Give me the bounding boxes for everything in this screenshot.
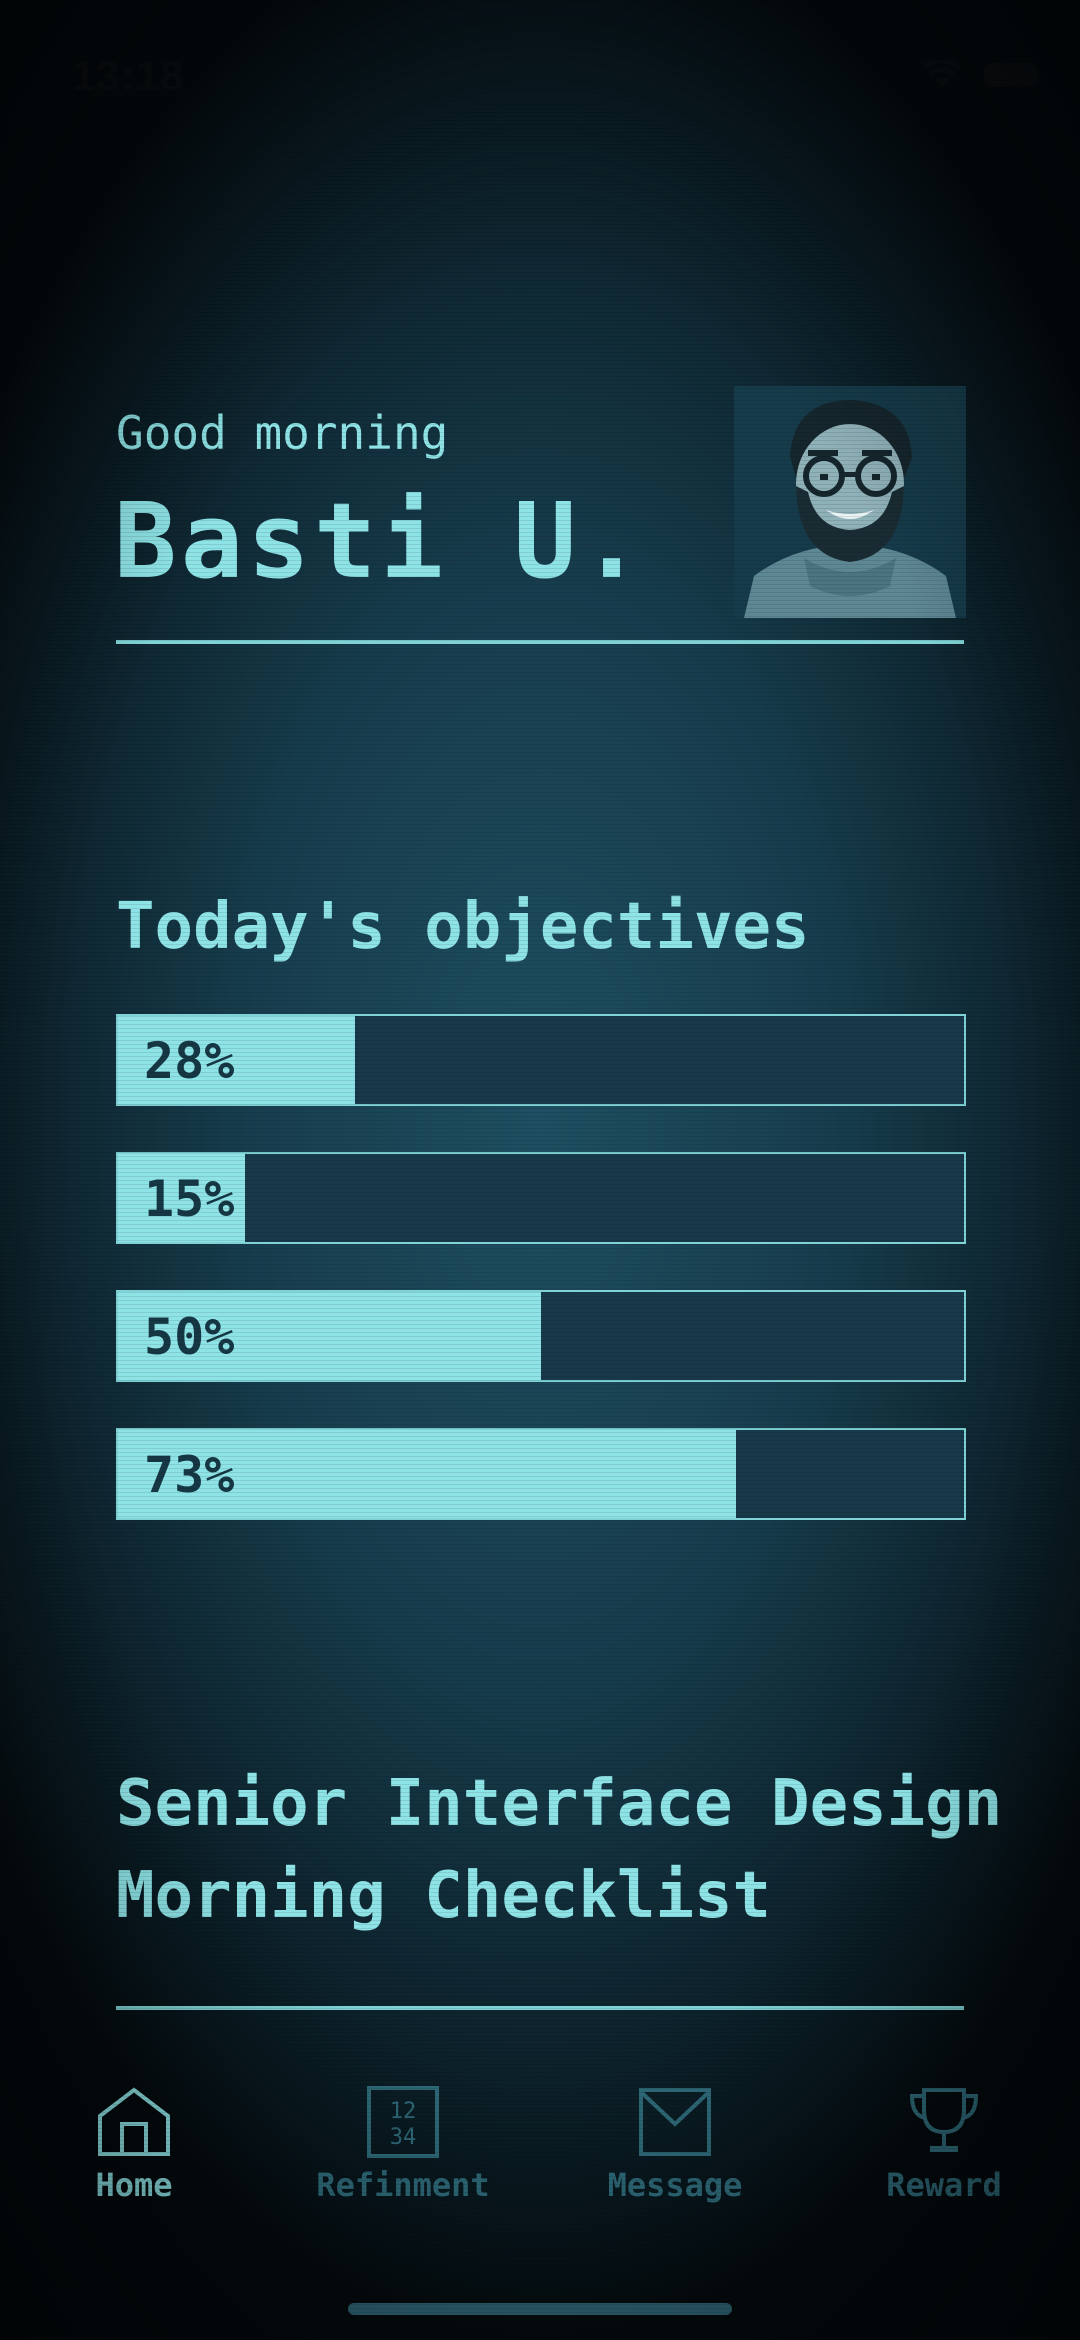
status-icons bbox=[922, 60, 1038, 90]
checklist-title[interactable]: Senior Interface Design Morning Checklis… bbox=[116, 1758, 1002, 1942]
objective-progress-bar[interactable]: 28% bbox=[116, 1014, 966, 1106]
envelope-icon bbox=[639, 2088, 711, 2156]
status-time: 13:18 bbox=[72, 52, 185, 99]
tab-reward-label: Reward bbox=[886, 2166, 1002, 2204]
objective-progress-bar[interactable]: 73% bbox=[116, 1428, 966, 1520]
avatar-portrait bbox=[734, 386, 966, 618]
home-indicator[interactable] bbox=[348, 2303, 732, 2315]
objective-progress-bar[interactable]: 15% bbox=[116, 1152, 966, 1244]
checklist-divider bbox=[116, 2006, 964, 2010]
tab-message-label: Message bbox=[607, 2166, 743, 2204]
objective-progress-bar[interactable]: 50% bbox=[116, 1290, 966, 1382]
tab-home[interactable]: Home bbox=[34, 2086, 234, 2204]
objectives-title: Today's objectives bbox=[116, 890, 810, 964]
objective-progress-label: 15% bbox=[144, 1170, 235, 1228]
header-divider bbox=[116, 640, 964, 644]
tab-refinment-label: Refinment bbox=[316, 2166, 490, 2204]
calendar-icon: 12 34 bbox=[367, 2086, 439, 2158]
user-name: Basti U. bbox=[114, 480, 647, 602]
home-icon bbox=[98, 2087, 170, 2156]
calendar-icon-top: 12 bbox=[390, 2099, 417, 2124]
objective-progress-label: 28% bbox=[144, 1032, 235, 1090]
checklist-title-line2: Morning Checklist bbox=[116, 1859, 772, 1933]
tab-message[interactable]: Message bbox=[575, 2086, 775, 2204]
trophy-icon bbox=[909, 2088, 979, 2152]
avatar[interactable] bbox=[734, 386, 966, 618]
objective-progress-label: 73% bbox=[144, 1446, 235, 1504]
battery-icon bbox=[984, 63, 1038, 87]
tab-refinment[interactable]: 12 34 Refinment bbox=[303, 2086, 503, 2204]
calendar-icon-bottom: 34 bbox=[390, 2125, 417, 2150]
wifi-icon bbox=[922, 60, 962, 88]
objective-progress-label: 50% bbox=[144, 1308, 235, 1366]
greeting-text: Good morning bbox=[116, 406, 449, 460]
tab-home-label: Home bbox=[95, 2166, 173, 2204]
checklist-title-line1: Senior Interface Design bbox=[116, 1767, 1003, 1841]
tab-reward[interactable]: Reward bbox=[844, 2086, 1044, 2204]
